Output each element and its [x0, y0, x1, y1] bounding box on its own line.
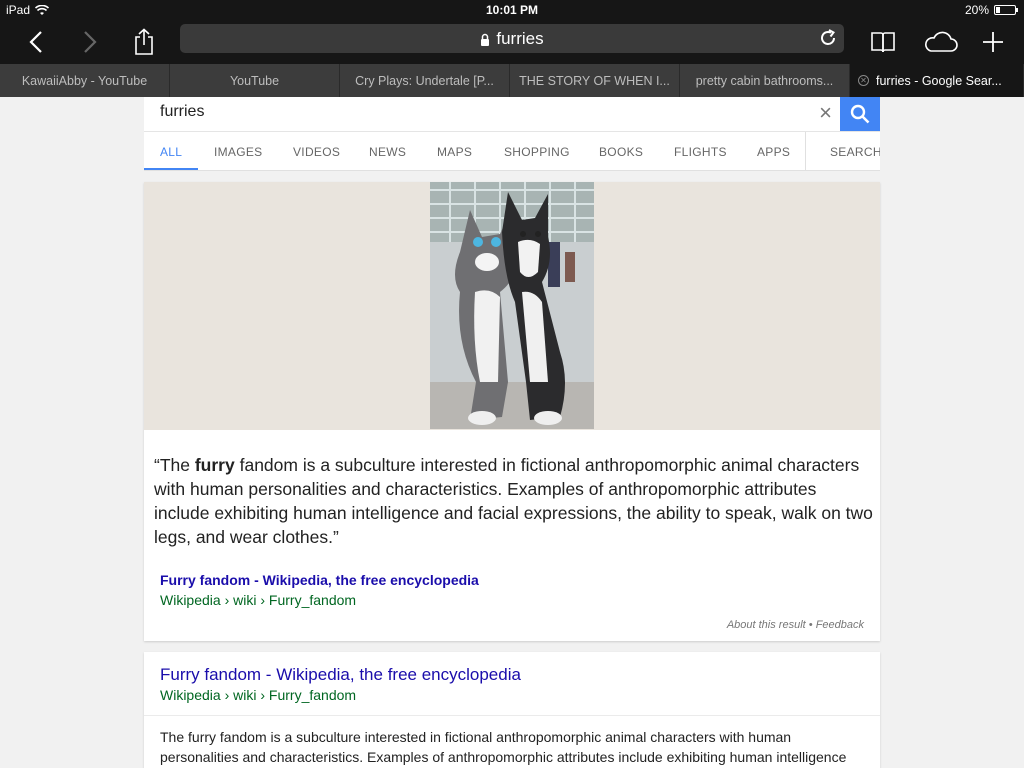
url-text: furries [496, 29, 544, 48]
tab-shopping[interactable]: SHOPPING [504, 145, 570, 159]
search-icon [850, 104, 870, 124]
plus-icon [983, 32, 1003, 52]
clear-search-icon[interactable]: × [819, 100, 832, 126]
quote-body: fandom is a subculture interested in fic… [154, 455, 873, 547]
meta-separator: • [808, 619, 813, 631]
cloud-icon [925, 31, 958, 52]
browser-tab[interactable]: THE STORY OF WHEN I... [510, 64, 680, 97]
status-right: 20% [964, 3, 1018, 17]
status-bar: iPad 10:01 PM 20% [0, 0, 1024, 20]
browser-tab-active[interactable]: ✕ furries - Google Sear... [850, 64, 1024, 97]
battery-fill [996, 7, 1000, 13]
reading-list-button[interactable] [865, 24, 901, 60]
featured-snippet: “The furry fandom is a subculture intere… [144, 182, 880, 641]
battery-percent: 20% [964, 3, 989, 17]
share-button[interactable] [126, 24, 162, 60]
about-result-link[interactable]: About this result [727, 619, 806, 631]
snippet-meta: About this result • Feedback [727, 619, 864, 631]
tab-bar: KawaiiAbby - YouTube YouTube Cry Plays: … [0, 64, 1024, 97]
nav-divider [805, 132, 806, 170]
tab-videos[interactable]: VIDEOS [293, 145, 340, 159]
book-icon [871, 32, 895, 53]
chevron-left-icon [29, 31, 42, 53]
tab-label: KawaiiAbby - YouTube [21, 73, 148, 88]
result-title-link[interactable]: Furry fandom - Wikipedia, the free encyc… [160, 665, 521, 685]
browser-tab[interactable]: pretty cabin bathrooms... [680, 64, 850, 97]
url-display: furries [180, 29, 844, 49]
tab-maps[interactable]: MAPS [437, 145, 472, 159]
tab-flights[interactable]: FLIGHTS [674, 145, 727, 159]
new-tab-button[interactable] [975, 24, 1011, 60]
browser-tab[interactable]: YouTube [170, 64, 340, 97]
feedback-link[interactable]: Feedback [816, 619, 864, 631]
search-box: furries × [144, 97, 880, 131]
quote-open: “The [154, 455, 195, 475]
tab-apps[interactable]: APPS [757, 145, 790, 159]
address-bar[interactable]: furries [180, 24, 844, 53]
reload-icon[interactable] [818, 28, 838, 48]
result-divider [144, 715, 880, 716]
browser-tab[interactable]: Cry Plays: Undertale [P... [340, 64, 510, 97]
active-tab-indicator [144, 168, 198, 170]
browser-toolbar: furries [0, 20, 1024, 64]
tab-label: Cry Plays: Undertale [P... [355, 73, 494, 88]
tab-label: YouTube [229, 73, 280, 88]
tab-label: THE STORY OF WHEN I... [519, 73, 670, 88]
fursuit-photo-image [430, 182, 594, 429]
browser-tab[interactable]: KawaiiAbby - YouTube [0, 64, 170, 97]
result-url: Wikipedia › wiki › Furry_fandom [160, 687, 357, 703]
quote-bold-term: furry [194, 455, 235, 475]
cloud-tabs-button[interactable] [921, 24, 961, 60]
back-button[interactable] [18, 24, 54, 60]
forward-button[interactable] [72, 24, 108, 60]
snippet-quote: “The furry fandom is a subculture intere… [154, 453, 874, 549]
close-tab-icon[interactable]: ✕ [858, 75, 869, 86]
tab-search-tools[interactable]: SEARCH [830, 145, 880, 159]
lock-icon [481, 33, 490, 47]
tab-all[interactable]: ALL [160, 145, 182, 159]
snippet-photo[interactable] [430, 182, 594, 429]
chevron-right-icon [84, 31, 97, 53]
share-icon [135, 28, 153, 55]
web-page: furries × ALL IMAGES VIDEOS NEWS MAPS SH… [0, 97, 1024, 768]
search-nav: ALL IMAGES VIDEOS NEWS MAPS SHOPPING BOO… [144, 131, 880, 171]
result-snippet: The furry fandom is a subculture interes… [160, 729, 847, 765]
tab-news[interactable]: NEWS [369, 145, 406, 159]
snippet-source-link[interactable]: Furry fandom - Wikipedia, the free encyc… [160, 572, 479, 588]
tab-label: furries - Google Sear... [876, 73, 1002, 88]
snippet-source-url: Wikipedia › wiki › Furry_fandom [160, 592, 357, 608]
tab-label: pretty cabin bathrooms... [695, 73, 834, 88]
snippet-image-area [144, 182, 880, 430]
tab-books[interactable]: BOOKS [599, 145, 643, 159]
search-result: Furry fandom - Wikipedia, the free encyc… [144, 652, 880, 768]
battery-icon [994, 5, 1018, 15]
clock: 10:01 PM [485, 3, 539, 17]
search-button[interactable] [840, 97, 880, 131]
search-input[interactable]: furries [160, 103, 204, 121]
tab-images[interactable]: IMAGES [214, 145, 262, 159]
